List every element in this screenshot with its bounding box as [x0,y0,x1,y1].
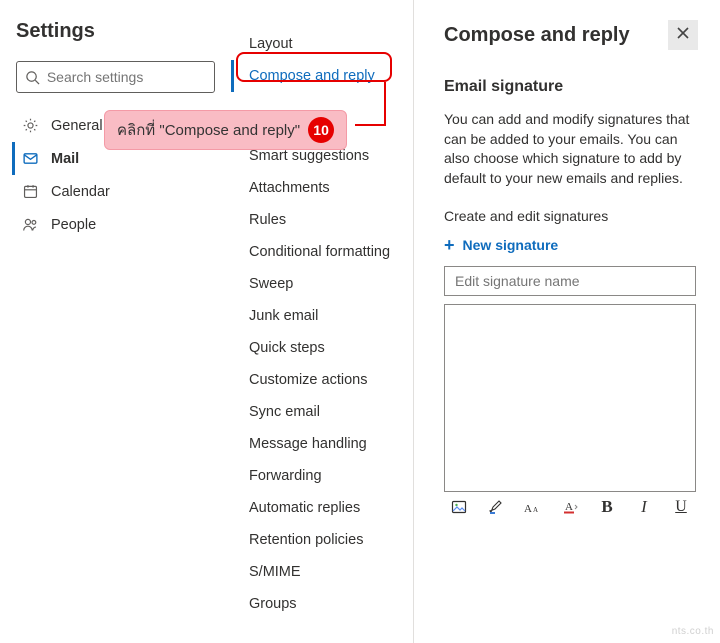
nav-label-people: People [51,217,96,233]
signature-editor[interactable] [444,304,696,492]
annotation-text: คลิกที่ "Compose and reply" [117,118,300,142]
search-icon [25,70,41,85]
menu-attachments[interactable]: Attachments [231,172,413,204]
menu-junk-email[interactable]: Junk email [231,300,413,332]
search-settings[interactable] [16,61,215,93]
plus-icon: + [444,236,455,254]
svg-text:A: A [533,506,538,514]
section-title: Email signature [444,78,698,96]
page-title: Settings [16,20,215,43]
svg-text:A: A [524,503,532,515]
editor-toolbar: AA A B I U [444,498,698,516]
menu-retention-policies[interactable]: Retention policies [231,524,413,556]
bold-button[interactable]: B [598,498,616,516]
close-button[interactable] [668,20,698,50]
signature-name-input[interactable] [444,266,696,296]
menu-sync-email[interactable]: Sync email [231,396,413,428]
menu-forwarding[interactable]: Forwarding [231,460,413,492]
menu-customize-actions[interactable]: Customize actions [231,364,413,396]
nav-item-calendar[interactable]: Calendar [12,175,215,208]
search-input[interactable] [47,69,206,85]
underline-button[interactable]: U [672,498,690,516]
settings-sidebar: Settings General Mail Calendar [0,0,231,643]
mail-icon [21,150,39,167]
pane-title: Compose and reply [444,24,630,47]
italic-button[interactable]: I [635,498,653,516]
new-signature-button[interactable]: + New signature [444,236,698,254]
annotation-connector [384,82,386,126]
insert-image-icon[interactable] [450,498,468,516]
detail-pane: Compose and reply Email signature You ca… [414,0,720,643]
watermark: nts.co.th [672,626,714,637]
gear-icon [21,117,39,134]
close-icon [676,26,690,45]
font-size-icon[interactable]: AA [524,498,542,516]
nav-label-calendar: Calendar [51,184,110,200]
people-icon [21,216,39,233]
annotation-connector [355,124,386,126]
create-edit-label: Create and edit signatures [444,208,698,224]
annotation-step-badge: 10 [308,117,334,143]
mail-submenu: Layout Compose and reply Smart suggestio… [231,0,414,643]
menu-sweep[interactable]: Sweep [231,268,413,300]
menu-automatic-replies[interactable]: Automatic replies [231,492,413,524]
section-description: You can add and modify signatures that c… [444,110,698,188]
menu-groups[interactable]: Groups [231,588,413,620]
nav-label-general: General [51,118,103,134]
highlighter-icon[interactable] [487,498,505,516]
calendar-icon [21,183,39,200]
menu-message-handling[interactable]: Message handling [231,428,413,460]
annotation-callout: คลิกที่ "Compose and reply" 10 [104,110,347,150]
font-color-icon[interactable]: A [561,498,579,516]
menu-smime[interactable]: S/MIME [231,556,413,588]
menu-layout[interactable]: Layout [231,28,413,60]
svg-text:A: A [565,501,573,513]
nav-label-mail: Mail [51,151,79,167]
menu-quick-steps[interactable]: Quick steps [231,332,413,364]
menu-rules[interactable]: Rules [231,204,413,236]
new-signature-label: New signature [463,237,559,253]
menu-conditional-formatting[interactable]: Conditional formatting [231,236,413,268]
nav-item-people[interactable]: People [12,208,215,241]
